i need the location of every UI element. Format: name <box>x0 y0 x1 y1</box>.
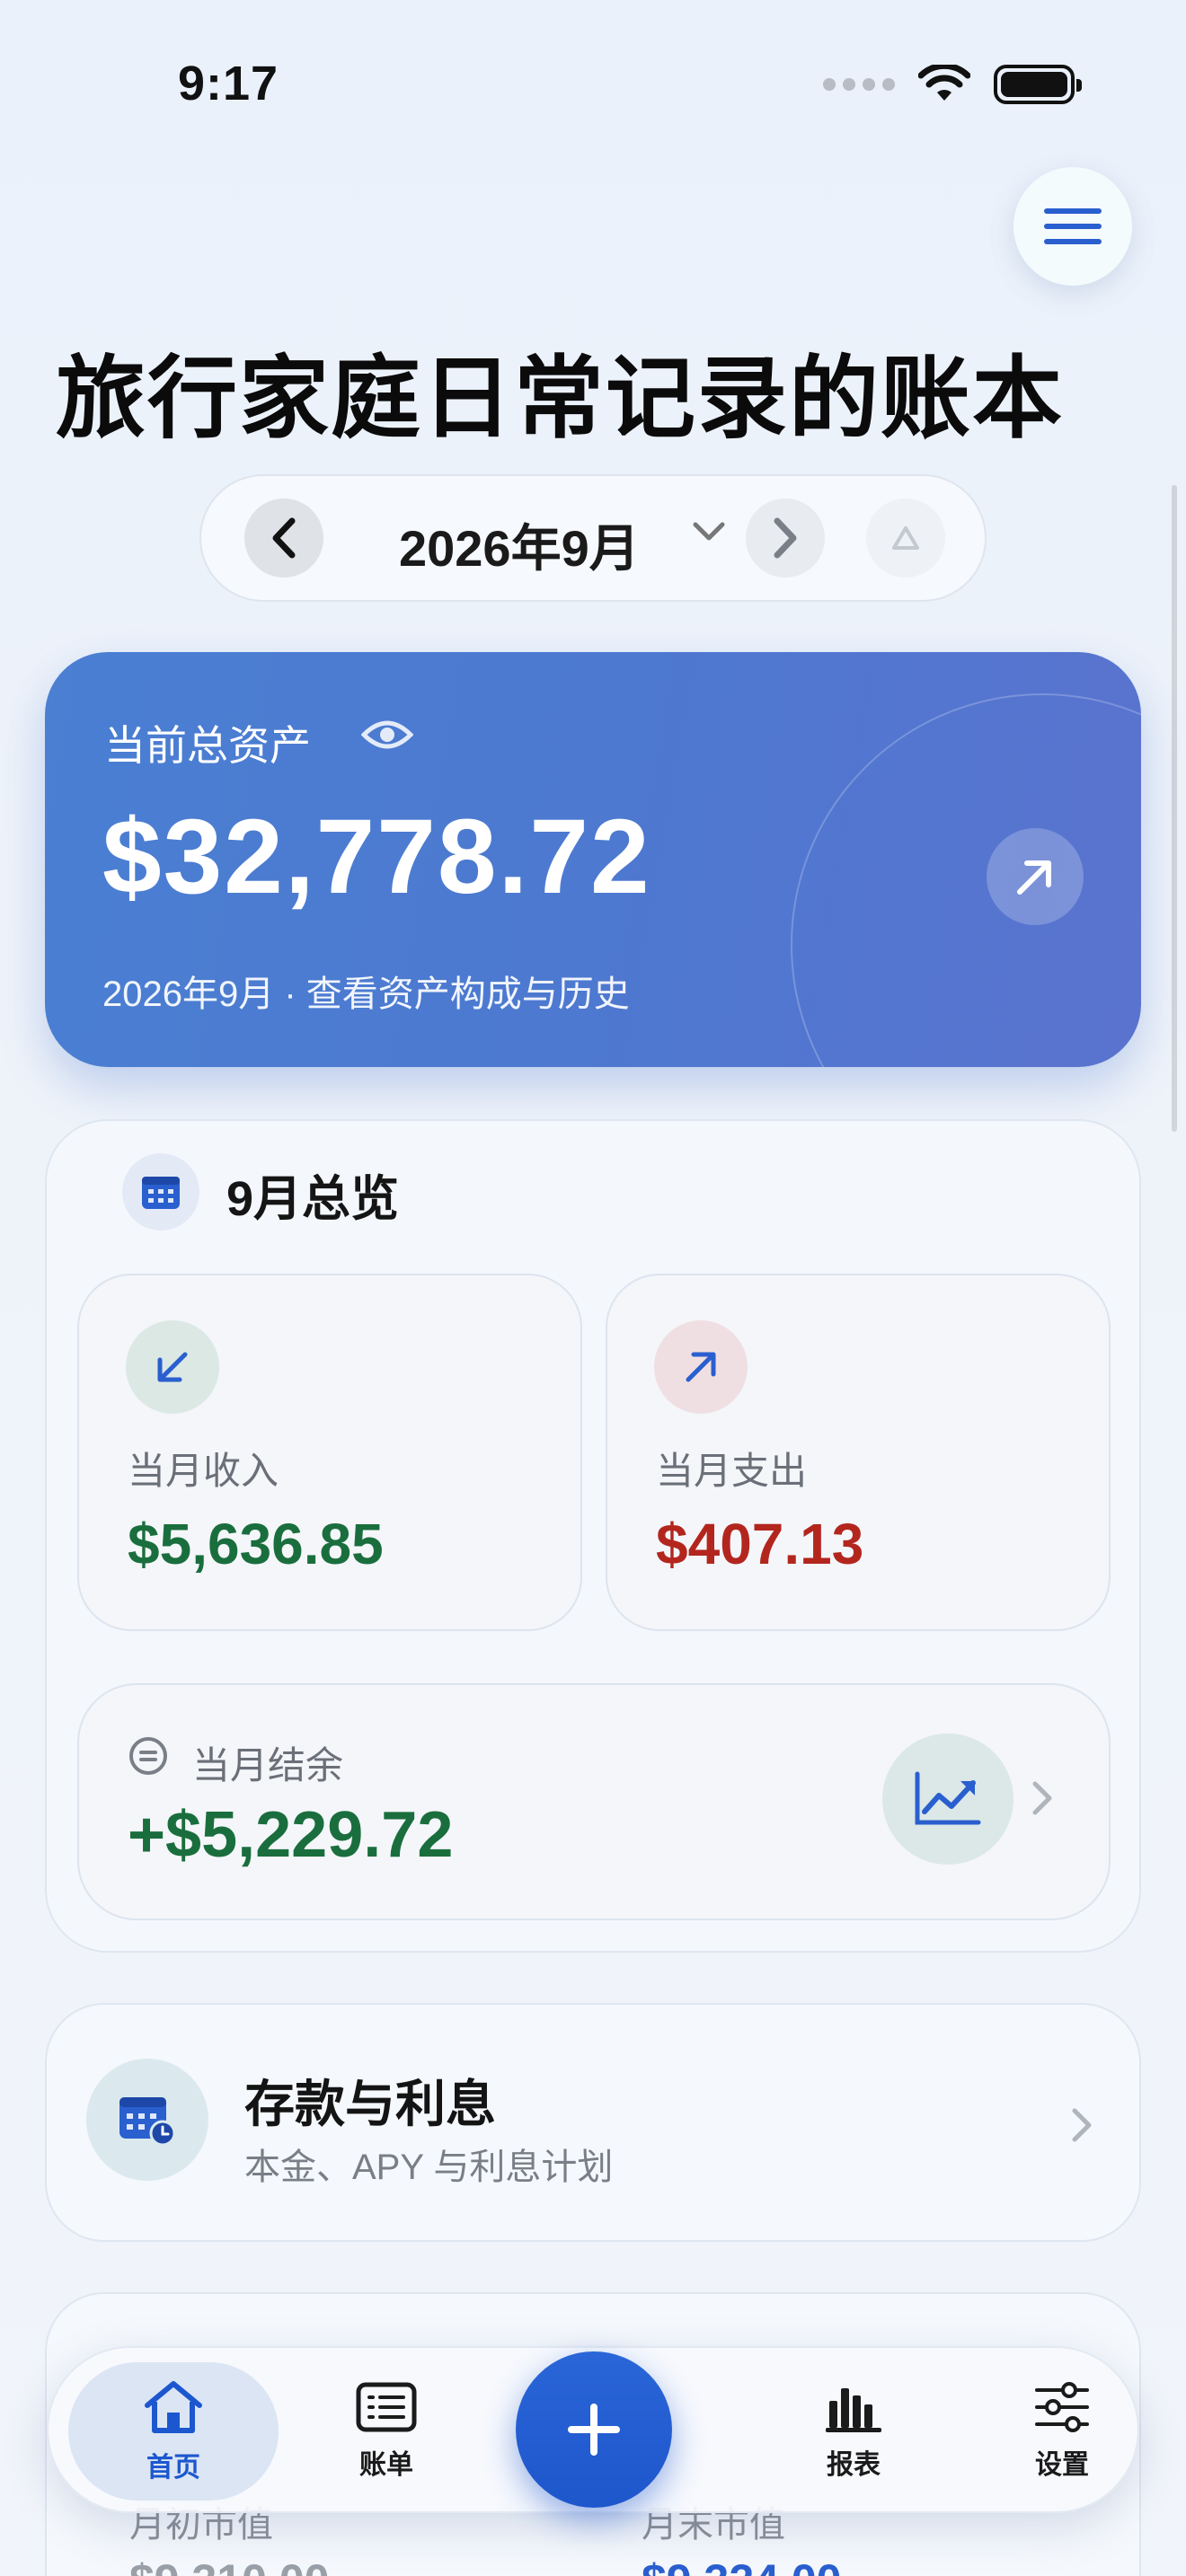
arrow-up-right-icon <box>1017 860 1051 895</box>
status-time: 9:17 <box>178 57 279 110</box>
plus-icon <box>568 2404 620 2456</box>
assets-value: $32,778.72 <box>102 798 651 916</box>
tab-home[interactable]: 首页 <box>68 2362 279 2501</box>
assets-label: 当前总资产 <box>104 722 311 769</box>
deposit-title: 存款与利息 <box>244 2076 496 2132</box>
equals-circle-icon <box>129 1737 167 1775</box>
menu-button[interactable] <box>1013 167 1132 286</box>
total-assets-card[interactable]: 当前总资产 $32,778.72 2026年9月 · 查看资产构成与历史 <box>45 652 1141 1067</box>
month-selector: 2026年9月 <box>199 474 987 602</box>
bar-chart-icon <box>826 2388 881 2432</box>
status-indicators <box>823 65 1082 104</box>
previous-month-button[interactable] <box>244 498 323 578</box>
income-arrow-icon <box>126 1320 219 1414</box>
assets-detail-button[interactable] <box>987 828 1084 925</box>
tab-home-label: 首页 <box>146 2453 200 2483</box>
chevron-right-icon <box>1072 2108 1092 2142</box>
cellular-signal-icon <box>823 78 895 91</box>
hamburger-icon <box>1044 208 1102 244</box>
expense-value: $407.13 <box>656 1512 864 1576</box>
calendar-icon <box>122 1153 199 1231</box>
scrollbar[interactable] <box>1172 485 1177 1132</box>
calendar-clock-icon <box>86 2059 208 2181</box>
sliders-icon <box>1035 2382 1089 2432</box>
assets-subtitle: 2026年9月 · 查看资产构成与历史 <box>102 975 630 1014</box>
next-month-button[interactable] <box>746 498 825 578</box>
tab-settings-label: 设置 <box>1035 2450 1089 2480</box>
balance-label: 当月结余 <box>192 1744 344 1786</box>
expense-card[interactable]: 当月支出 $407.13 <box>606 1274 1111 1631</box>
balance-card[interactable]: 当月结余 +$5,229.72 <box>77 1683 1111 1920</box>
chevron-right-icon <box>774 517 797 559</box>
end-value: $9,324.00 <box>642 2554 841 2576</box>
income-label: 当月收入 <box>128 1450 279 1492</box>
app-screen: 9:17 旅行家庭日常记录的账本 2026年9月 当前总资产 $32,778.7… <box>0 0 1186 2576</box>
triangle-up-icon <box>892 526 919 550</box>
overview-title: 9月总览 <box>226 1172 400 1226</box>
list-icon <box>356 2382 417 2432</box>
home-icon <box>145 2381 202 2433</box>
current-month-button[interactable] <box>866 498 945 578</box>
balance-value: +$5,229.72 <box>128 1799 454 1871</box>
income-card[interactable]: 当月收入 $5,636.85 <box>77 1274 582 1631</box>
expense-arrow-icon <box>654 1320 748 1414</box>
battery-icon <box>994 65 1082 104</box>
wifi-icon <box>918 65 970 101</box>
monthly-overview-panel: 9月总览 当月收入 $5,636.85 当月支出 $407.13 当月结余 +$… <box>45 1119 1141 1953</box>
tab-bills-label: 账单 <box>359 2450 413 2480</box>
page-title: 旅行家庭日常记录的账本 <box>56 348 1064 449</box>
trend-chart-icon <box>882 1734 1013 1865</box>
tab-bills[interactable]: 账单 <box>288 2348 485 2515</box>
eye-icon[interactable] <box>361 717 413 753</box>
deposit-interest-card[interactable]: 存款与利息 本金、APY 与利息计划 <box>45 2003 1141 2242</box>
deposit-subtitle: 本金、APY 与利息计划 <box>244 2148 614 2187</box>
chevron-right-icon <box>1032 1781 1052 1815</box>
start-value: $9,310.00 <box>129 2554 329 2576</box>
chevron-down-icon[interactable] <box>692 521 726 543</box>
add-record-button[interactable] <box>516 2351 672 2508</box>
tab-settings[interactable]: 设置 <box>963 2348 1161 2515</box>
expense-label: 当月支出 <box>656 1450 808 1492</box>
decorative-circle <box>791 693 1141 1067</box>
tab-reports-label: 报表 <box>827 2450 881 2480</box>
month-label[interactable]: 2026年9月 <box>399 508 640 581</box>
chevron-left-icon <box>272 517 296 559</box>
tab-reports[interactable]: 报表 <box>755 2348 952 2515</box>
income-value: $5,636.85 <box>128 1512 384 1576</box>
